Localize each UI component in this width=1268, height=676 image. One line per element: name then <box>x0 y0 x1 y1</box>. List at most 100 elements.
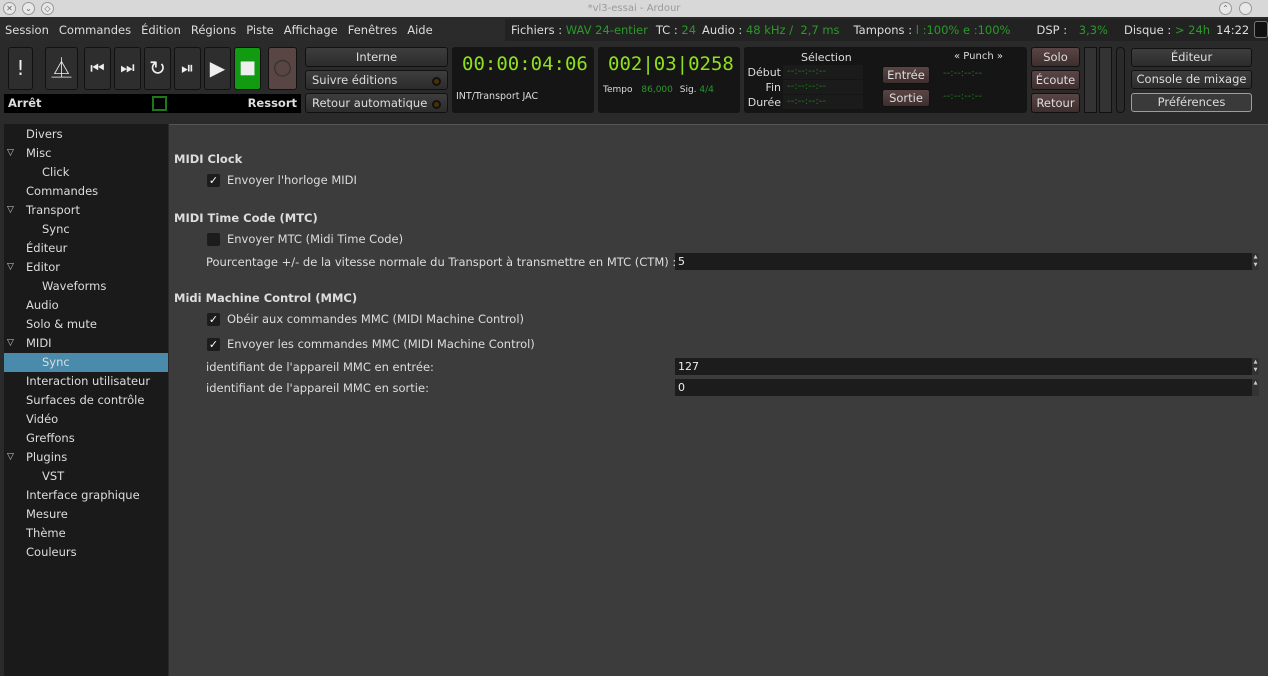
sync-source-button[interactable]: Interne <box>305 47 448 67</box>
sidebar-item[interactable]: ▽ Misc <box>4 144 168 163</box>
sidebar-item[interactable]: ▽ MIDI <box>4 334 168 353</box>
files-value: WAV 24-entier <box>565 23 648 37</box>
sidebar-item[interactable]: Greffons <box>4 429 168 448</box>
sidebar-item[interactable]: Audio <box>4 296 168 315</box>
sidebar-item[interactable]: ▽ Plugins <box>4 448 168 467</box>
sidebar-item[interactable]: ▽ Editor <box>4 258 168 277</box>
selection-length-clock[interactable]: --:--:--:-- <box>783 95 863 109</box>
mtc-percent-spinner[interactable]: 5 ▲ ▼ <box>675 253 1259 270</box>
sidebar-item[interactable]: Commandes <box>4 182 168 201</box>
menu-track[interactable]: Piste <box>241 23 278 37</box>
sticky-icon[interactable] <box>1239 2 1252 15</box>
expander-icon[interactable]: ▽ <box>7 258 14 277</box>
preferences-button[interactable]: Préférences <box>1131 93 1252 112</box>
sidebar-item-label: Vidéo <box>26 412 59 426</box>
sidebar-item[interactable]: Thème <box>4 524 168 543</box>
preferences-sidebar[interactable]: Divers ▽ Misc Click Commandes ▽ Transport Sync É… <box>4 124 168 676</box>
play-icon[interactable]: ▶ <box>204 47 231 90</box>
editor-button[interactable]: Éditeur <box>1131 48 1252 67</box>
menu-regions[interactable]: Régions <box>186 23 241 37</box>
spinner-value: 127 <box>678 360 699 373</box>
sidebar-item-label: Divers <box>26 127 63 141</box>
mmc-out-spinner[interactable]: 0 ▲ <box>675 379 1259 396</box>
sidebar-item[interactable]: Interaction utilisateur <box>4 372 168 391</box>
expander-icon[interactable]: ▽ <box>7 448 14 467</box>
meter-right <box>1099 47 1112 113</box>
error-log-icon[interactable]: ! <box>8 47 33 90</box>
loop-icon[interactable]: ↻ <box>144 47 171 90</box>
send-midi-clock-checkbox[interactable]: ✓ Envoyer l'horloge MIDI <box>207 173 357 187</box>
record-icon[interactable]: ○ <box>268 47 297 90</box>
sidebar-item[interactable]: Divers <box>4 125 168 144</box>
spinner-arrows-icon[interactable]: ▲ ▼ <box>1252 358 1259 375</box>
spinner-arrows-icon[interactable]: ▲ <box>1252 379 1259 396</box>
selection-start-clock[interactable]: --:--:--:-- <box>783 65 863 79</box>
expander-icon[interactable]: ▽ <box>7 201 14 220</box>
spinner-arrows-icon[interactable]: ▲ ▼ <box>1252 253 1259 270</box>
sidebar-item[interactable]: Éditeur <box>4 239 168 258</box>
mmc-in-spinner[interactable]: 127 ▲ ▼ <box>675 358 1259 375</box>
sidebar-item[interactable]: Click <box>4 163 168 182</box>
goto-end-icon[interactable]: ⏭ <box>114 47 141 90</box>
disk-label: Disque : <box>1123 23 1175 37</box>
sidebar-item[interactable]: Solo & mute <box>4 315 168 334</box>
goto-start-icon[interactable]: ⏮ <box>84 47 111 90</box>
shade-icon[interactable]: ⌃ <box>1219 2 1232 15</box>
sidebar-item[interactable]: Interface graphique <box>4 486 168 505</box>
mixer-button[interactable]: Console de mixage <box>1131 70 1252 89</box>
sidebar-item[interactable]: Sync <box>4 220 168 239</box>
follow-edits-button[interactable]: Suivre éditions <box>305 70 448 90</box>
spinner-value: 0 <box>678 381 685 394</box>
sidebar-item[interactable]: Waveforms <box>4 277 168 296</box>
sidebar-item-label: Commandes <box>26 184 99 198</box>
metronome-icon[interactable]: ⏅ <box>45 47 78 90</box>
follow-edits-label: Suivre éditions <box>312 73 398 87</box>
sidebar-item[interactable]: Surfaces de contrôle <box>4 391 168 410</box>
send-mtc-checkbox[interactable]: Envoyer MTC (Midi Time Code) <box>207 232 403 246</box>
sidebar-item[interactable]: ▽ Transport <box>4 201 168 220</box>
punch-out-button[interactable]: Sortie <box>882 89 930 107</box>
punch-in-clock[interactable]: --:--:--:-- <box>937 67 1019 81</box>
minimize-icon[interactable]: ⌄ <box>22 2 35 15</box>
maximize-icon[interactable]: ◇ <box>41 2 54 15</box>
menu-edit[interactable]: Édition <box>136 23 186 37</box>
primary-clock[interactable]: 00:00:04:06 INT/Transport JAC <box>452 47 594 113</box>
play-selection-icon[interactable]: ⏯ <box>174 47 201 90</box>
send-mmc-checkbox[interactable]: ✓ Envoyer les commandes MMC (MIDI Machine… <box>207 337 535 351</box>
punch-out-clock[interactable]: --:--:--:-- <box>937 90 1019 104</box>
menu-view[interactable]: Affichage <box>279 23 343 37</box>
menu-windows[interactable]: Fenêtres <box>343 23 402 37</box>
auto-return-button[interactable]: Retour automatique <box>305 93 448 113</box>
sidebar-item-label: Audio <box>26 298 59 312</box>
editor-mixer-toggle[interactable] <box>1116 47 1125 113</box>
sidebar-item[interactable]: Sync <box>4 353 168 372</box>
stop-icon[interactable]: ■ <box>234 47 261 90</box>
expander-icon[interactable]: ▽ <box>7 334 14 353</box>
listen-button[interactable]: Écoute <box>1031 70 1080 90</box>
sidebar-item-label: Thème <box>26 526 66 540</box>
menu-commands[interactable]: Commandes <box>54 23 136 37</box>
sidebar-item-label: Greffons <box>26 431 75 445</box>
mmc-heading: Midi Machine Control (MMC) <box>174 291 358 305</box>
menu-help[interactable]: Aide <box>402 23 437 37</box>
spring-label[interactable]: Ressort <box>248 94 297 113</box>
sidebar-item[interactable]: Couleurs <box>4 543 168 562</box>
obey-mmc-checkbox[interactable]: ✓ Obéir aux commandes MMC (MIDI Machine C… <box>207 312 524 326</box>
selection-end-clock[interactable]: --:--:--:-- <box>783 80 863 94</box>
status-toggle-icon[interactable] <box>1254 21 1268 38</box>
return-button[interactable]: Retour <box>1031 93 1080 113</box>
checkbox-icon: ✓ <box>207 337 220 351</box>
sidebar-item[interactable]: Mesure <box>4 505 168 524</box>
sidebar-item[interactable]: VST <box>4 467 168 486</box>
audio-value: 48 kHz / 2,7 ms <box>745 23 840 37</box>
mtc-heading: MIDI Time Code (MTC) <box>174 211 318 225</box>
transport-state: Arrêt <box>8 96 42 110</box>
secondary-clock[interactable]: 002|03|0258 Tempo 86,000 Sig. 4/4 <box>598 47 740 113</box>
clock-time: 14:22 <box>1216 23 1250 37</box>
solo-button[interactable]: Solo <box>1031 47 1080 67</box>
sidebar-item[interactable]: Vidéo <box>4 410 168 429</box>
close-icon[interactable]: ✕ <box>3 2 16 15</box>
punch-in-button[interactable]: Entrée <box>882 66 930 84</box>
expander-icon[interactable]: ▽ <box>7 144 14 163</box>
menu-session[interactable]: Session <box>0 23 54 37</box>
